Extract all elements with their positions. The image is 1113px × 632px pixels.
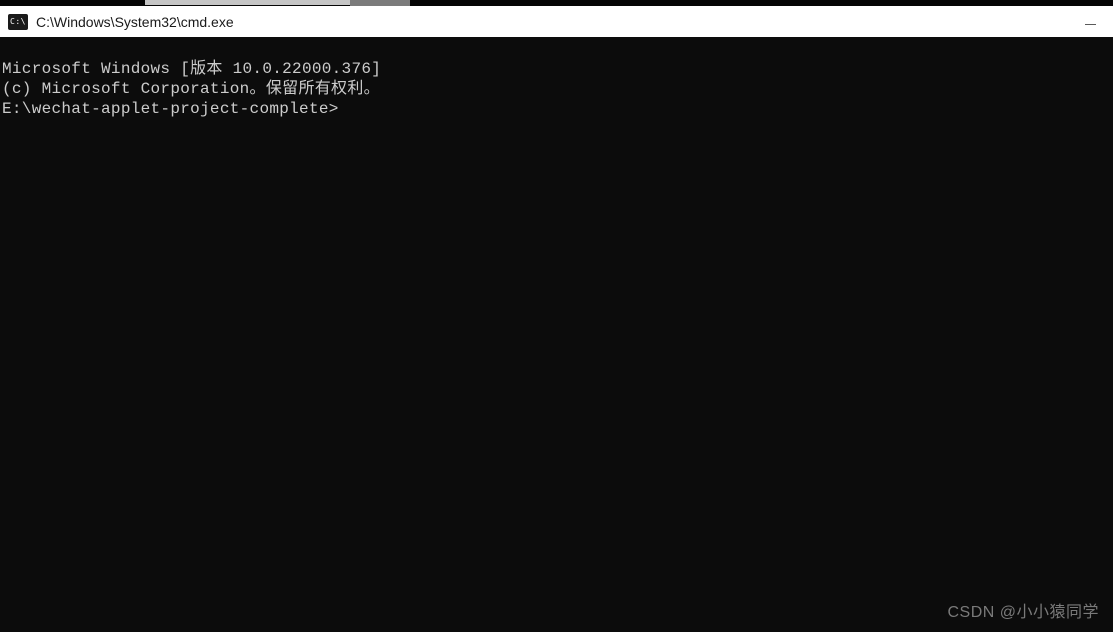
terminal-copyright-line: (c) Microsoft Corporation。保留所有权利。 bbox=[2, 79, 1111, 99]
terminal-prompt-line: E:\wechat-applet-project-complete> bbox=[2, 99, 1111, 119]
terminal-body[interactable]: Microsoft Windows [版本 10.0.22000.376](c)… bbox=[0, 37, 1113, 632]
terminal-cursor bbox=[339, 100, 348, 118]
watermark-text: CSDN @小小猿同学 bbox=[947, 598, 1099, 622]
minimize-icon bbox=[1085, 24, 1096, 25]
minimize-button[interactable] bbox=[1067, 9, 1113, 40]
titlebar-accent-2 bbox=[350, 0, 410, 6]
cmd-icon: C:\ bbox=[8, 14, 28, 30]
cmd-icon-label: C:\ bbox=[10, 17, 26, 26]
window-controls bbox=[1067, 6, 1113, 43]
terminal-prompt: E:\wechat-applet-project-complete> bbox=[2, 100, 339, 118]
window-titlebar[interactable]: C:\ C:\Windows\System32\cmd.exe bbox=[0, 0, 1113, 37]
window-title: C:\Windows\System32\cmd.exe bbox=[36, 14, 234, 30]
terminal-version-line: Microsoft Windows [版本 10.0.22000.376] bbox=[2, 59, 1111, 79]
